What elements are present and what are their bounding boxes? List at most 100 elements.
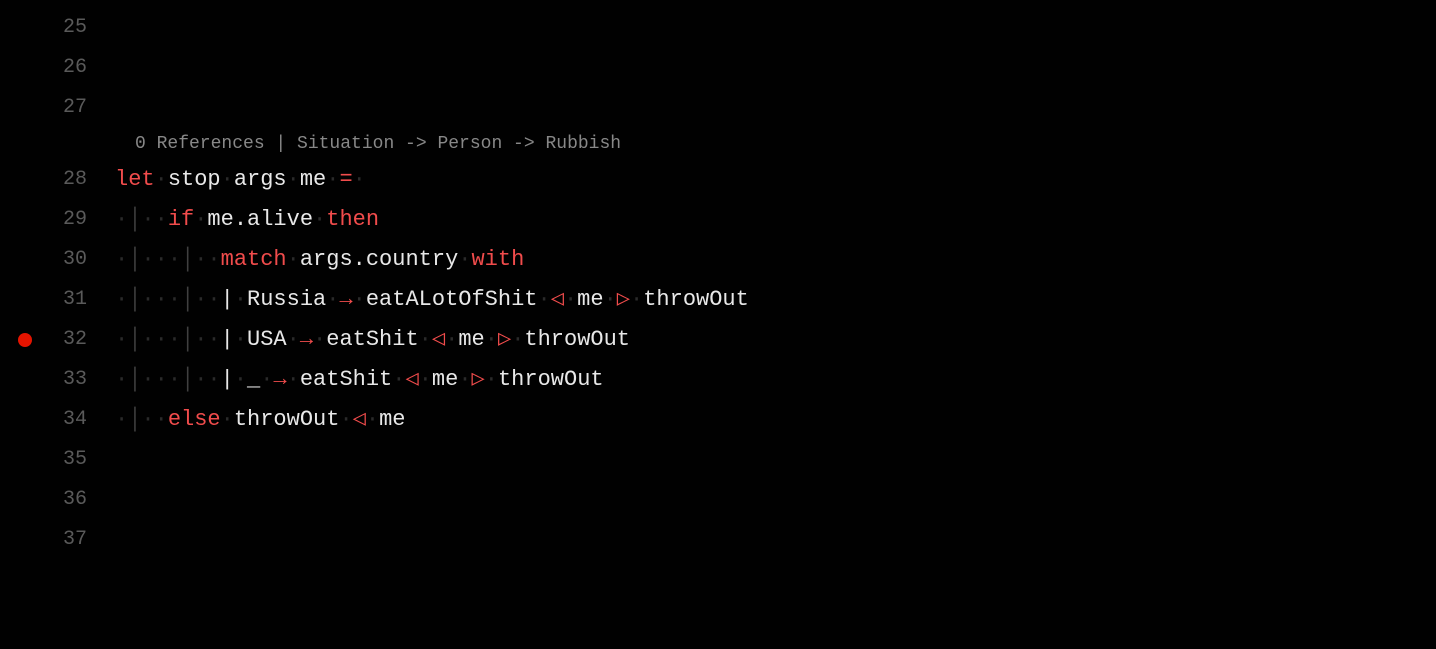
- code-line[interactable]: ·│··if·me.alive·then: [115, 200, 1436, 240]
- triangle-left-icon: ◁: [353, 400, 366, 440]
- gutter-row[interactable]: 35: [0, 440, 115, 480]
- line-number: 36: [63, 482, 87, 518]
- whitespace-dot: ·: [155, 200, 168, 240]
- gutter-row[interactable]: 25: [0, 8, 115, 48]
- whitespace-dot: ·: [538, 280, 551, 320]
- identifier: throwOut: [524, 320, 630, 360]
- code-line[interactable]: [115, 8, 1436, 48]
- code-line[interactable]: [115, 520, 1436, 560]
- whitespace-dot: ·: [445, 320, 458, 360]
- triangle-right-icon: ▷: [617, 280, 630, 320]
- code-line[interactable]: ·│··else·throwOut·◁·me: [115, 400, 1436, 440]
- arrow-icon: →: [273, 360, 286, 400]
- whitespace-dot: ·: [326, 280, 339, 320]
- whitespace-dot: ·: [115, 200, 128, 240]
- identifier: me: [300, 160, 326, 200]
- arrow-icon: →: [339, 280, 352, 320]
- whitespace-dot: ·: [313, 320, 326, 360]
- whitespace-dot: ·: [326, 160, 339, 200]
- line-number: 30: [63, 242, 87, 278]
- whitespace-dot: ·: [141, 320, 154, 360]
- whitespace-dot: ·: [168, 360, 181, 400]
- codelens[interactable]: 0 References | Situation -> Person -> Ru…: [115, 128, 1436, 160]
- triangle-left-icon: ◁: [432, 320, 445, 360]
- keyword-with: with: [471, 240, 524, 280]
- code-area[interactable]: 0 References | Situation -> Person -> Ru…: [115, 0, 1436, 649]
- triangle-right-icon: ▷: [498, 320, 511, 360]
- whitespace-dot: ·: [353, 280, 366, 320]
- code-line[interactable]: [115, 480, 1436, 520]
- gutter-row[interactable]: 28: [0, 160, 115, 200]
- code-line[interactable]: [115, 440, 1436, 480]
- pipe: |: [221, 280, 234, 320]
- whitespace-dot: ·: [168, 320, 181, 360]
- gutter-row[interactable]: 26: [0, 48, 115, 88]
- keyword-let: let: [115, 160, 155, 200]
- line-number: 31: [63, 282, 87, 318]
- whitespace-dot: ·: [366, 400, 379, 440]
- code-line[interactable]: ·│···│··|·Russia·→·eatALotOfShit·◁·me·▷·…: [115, 280, 1436, 320]
- whitespace-dot: ·: [221, 160, 234, 200]
- whitespace-dot: ·: [194, 240, 207, 280]
- whitespace-dot: ·: [339, 400, 352, 440]
- whitespace-dot: ·: [221, 400, 234, 440]
- indent-guide: │: [128, 320, 141, 360]
- identifier: me: [458, 320, 484, 360]
- gutter-row[interactable]: 30: [0, 240, 115, 280]
- whitespace-dot: ·: [194, 360, 207, 400]
- whitespace-dot: ·: [287, 240, 300, 280]
- whitespace-dot: ·: [141, 360, 154, 400]
- code-line[interactable]: ·│···│··match·args.country·with: [115, 240, 1436, 280]
- whitespace-dot: ·: [115, 360, 128, 400]
- whitespace-dot: ·: [511, 320, 524, 360]
- line-number: 34: [63, 402, 87, 438]
- whitespace-dot: ·: [353, 160, 366, 200]
- whitespace-dot: ·: [234, 360, 247, 400]
- arrow-icon: →: [300, 320, 313, 360]
- whitespace-dot: ·: [141, 200, 154, 240]
- whitespace-dot: ·: [155, 280, 168, 320]
- whitespace-dot: ·: [207, 280, 220, 320]
- whitespace-dot: ·: [207, 360, 220, 400]
- gutter-row[interactable]: 33: [0, 360, 115, 400]
- gutter-row[interactable]: 34: [0, 400, 115, 440]
- gutter-row[interactable]: 36: [0, 480, 115, 520]
- whitespace-dot: ·: [564, 280, 577, 320]
- code-line[interactable]: ·│···│··|·USA·→·eatShit·◁·me·▷·throwOut: [115, 320, 1436, 360]
- indent-guide: │: [181, 320, 194, 360]
- line-number: 27: [63, 90, 87, 126]
- whitespace-dot: ·: [115, 240, 128, 280]
- whitespace-dot: ·: [207, 240, 220, 280]
- indent-guide: │: [128, 280, 141, 320]
- breakpoint-icon[interactable]: [18, 333, 32, 347]
- gutter-row[interactable]: 32: [0, 320, 115, 360]
- pipe: |: [221, 320, 234, 360]
- codelens-text[interactable]: 0 References | Situation -> Person -> Ru…: [135, 128, 621, 160]
- gutter-row[interactable]: 27: [0, 88, 115, 128]
- gutter-row[interactable]: 31: [0, 280, 115, 320]
- whitespace-dot: ·: [141, 240, 154, 280]
- indent-guide: │: [128, 360, 141, 400]
- whitespace-dot: ·: [458, 360, 471, 400]
- identifier: stop: [168, 160, 221, 200]
- line-number: 28: [63, 162, 87, 198]
- pipe: |: [221, 360, 234, 400]
- whitespace-dot: ·: [155, 240, 168, 280]
- line-number: 26: [63, 50, 87, 86]
- identifier: USA: [247, 320, 287, 360]
- whitespace-dot: ·: [287, 360, 300, 400]
- whitespace-dot: ·: [194, 320, 207, 360]
- code-editor[interactable]: 25 26 27 28 29 30 31 32 33 34 35 36 37 0…: [0, 0, 1436, 649]
- line-number: 25: [63, 10, 87, 46]
- identifier: throwOut: [643, 280, 749, 320]
- identifier: me: [577, 280, 603, 320]
- code-line[interactable]: [115, 48, 1436, 88]
- code-line[interactable]: let·stop·args·me·=·: [115, 160, 1436, 200]
- line-number: 29: [63, 202, 87, 238]
- identifier: Russia: [247, 280, 326, 320]
- gutter-row[interactable]: 37: [0, 520, 115, 560]
- code-line[interactable]: ·│···│··|·_·→·eatShit·◁·me·▷·throwOut: [115, 360, 1436, 400]
- gutter-row[interactable]: 29: [0, 200, 115, 240]
- gutter-row-codelens: [0, 128, 115, 160]
- code-line[interactable]: [115, 88, 1436, 128]
